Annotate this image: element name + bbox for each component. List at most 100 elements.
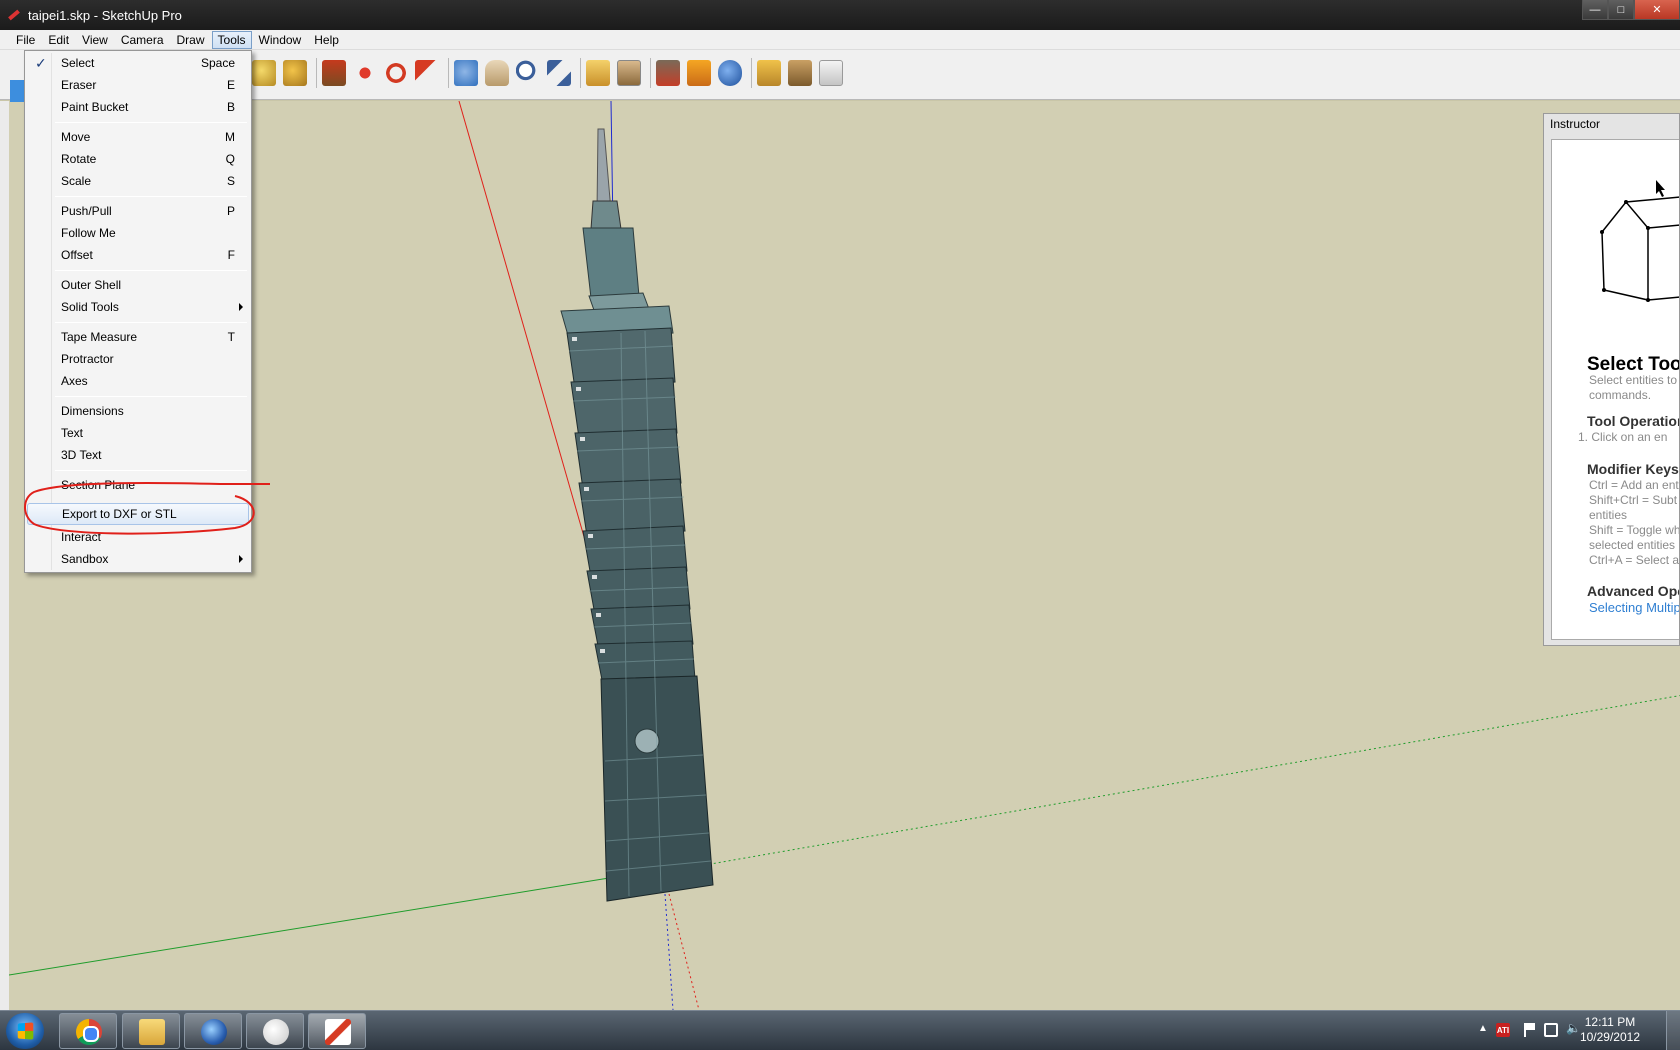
close-button[interactable]: ✕ (1634, 0, 1680, 20)
taskbar-google-earth[interactable] (184, 1013, 242, 1049)
house-illustration-icon (1600, 180, 1679, 302)
menu-item-label: Follow Me (61, 226, 116, 240)
menu-camera[interactable]: Camera (115, 31, 170, 49)
window-titlebar: taipei1.skp - SketchUp Pro — □ ✕ (0, 0, 1680, 30)
maximize-button[interactable]: □ (1608, 0, 1634, 20)
rotate-icon[interactable] (384, 60, 408, 86)
minimize-button[interactable]: — (1582, 0, 1608, 20)
window-title: taipei1.skp - SketchUp Pro (28, 7, 182, 23)
menu-file[interactable]: File (10, 31, 41, 49)
menu-item-rotate[interactable]: Rotate Q (27, 148, 249, 170)
menu-item-select[interactable]: ✓ Select Space (27, 52, 249, 74)
sketchup-icon (325, 1019, 351, 1045)
tools-menu-dropdown: ✓ Select Space Eraser E Paint Bucket B M… (24, 50, 252, 573)
menu-item-dimensions[interactable]: Dimensions (27, 400, 249, 422)
system-tray: ▲ ATI 🔈 12:11 PM 10/29/2012 (1450, 1011, 1680, 1050)
instructor-section-heading: Advanced Ope (1587, 583, 1680, 599)
get-components-icon[interactable] (819, 60, 843, 86)
sketchup-app-icon (6, 7, 22, 23)
menu-item-text[interactable]: Text (27, 422, 249, 444)
menu-item-label: Outer Shell (61, 278, 122, 292)
share-model-icon[interactable] (788, 60, 812, 86)
show-desktop-button[interactable] (1666, 1011, 1680, 1050)
show-hidden-icons-icon[interactable]: ▲ (1478, 1023, 1492, 1037)
instructor-intro-line: Select entities to (1589, 373, 1678, 387)
volume-icon[interactable]: 🔈 (1566, 1021, 1581, 1035)
menu-item-move[interactable]: Move M (27, 126, 249, 148)
menu-item-label: Export to DXF or STL (62, 507, 177, 521)
look-around-icon[interactable] (718, 60, 742, 86)
menu-view[interactable]: View (76, 31, 114, 49)
menu-item-eraser[interactable]: Eraser E (27, 74, 249, 96)
menu-item-scale[interactable]: Scale S (27, 170, 249, 192)
zoom-icon[interactable] (516, 60, 540, 86)
menu-item-label: Paint Bucket (61, 100, 129, 114)
menu-item-label: 3D Text (61, 448, 102, 462)
previous-view-icon[interactable] (586, 60, 610, 86)
toolbar-separator (751, 58, 752, 88)
menu-tools[interactable]: Tools (211, 30, 252, 49)
chrome-icon (76, 1019, 102, 1045)
menu-item-section-plane[interactable]: Section Plane (27, 474, 249, 496)
menu-item-protractor[interactable]: Protractor (27, 348, 249, 370)
menu-separator (55, 470, 247, 471)
pan-icon[interactable] (485, 60, 509, 86)
cursor-arrow-icon (1656, 180, 1665, 197)
taskbar-chrome[interactable] (59, 1013, 117, 1049)
start-button[interactable] (6, 1013, 44, 1049)
network-icon[interactable] (1544, 1023, 1558, 1037)
action-center-flag-icon[interactable] (1524, 1023, 1538, 1037)
menu-separator (55, 322, 247, 323)
green-axis-negative (698, 695, 1680, 867)
instructor-link[interactable]: Selecting Multiple (1589, 600, 1679, 615)
taskbar-explorer[interactable] (122, 1013, 180, 1049)
menu-item-interact[interactable]: Interact (27, 526, 249, 548)
menu-item-axes[interactable]: Axes (27, 370, 249, 392)
submenu-arrow-icon (239, 303, 243, 311)
blue-axis-negative (664, 893, 674, 1010)
menu-item-label: Select (61, 56, 95, 70)
menu-item-outer-shell[interactable]: Outer Shell (27, 274, 249, 296)
next-view-icon[interactable] (617, 60, 641, 86)
push-pull-icon[interactable] (322, 60, 346, 86)
menu-bar: File Edit View Camera Draw Tools Window … (0, 30, 1680, 50)
menu-item-label: Offset (61, 248, 93, 262)
clock-date: 10/29/2012 (1579, 1030, 1640, 1044)
menu-item-3d-text[interactable]: 3D Text (27, 444, 249, 466)
walk-icon[interactable] (687, 60, 711, 86)
menu-item-solid-tools[interactable]: Solid Tools (27, 296, 249, 318)
position-camera-icon[interactable] (656, 60, 680, 86)
menu-item-follow-me[interactable]: Follow Me (27, 222, 249, 244)
clock-time: 12:11 PM (1584, 1015, 1636, 1029)
ati-icon[interactable]: ATI (1496, 1023, 1510, 1037)
menu-item-sandbox[interactable]: Sandbox (27, 548, 249, 570)
zoom-extents-icon[interactable] (547, 60, 571, 86)
taskbar-sketchup[interactable] (308, 1013, 366, 1049)
menu-item-label: Interact (61, 530, 102, 544)
menu-item-push-pull[interactable]: Push/Pull P (27, 200, 249, 222)
window-controls: — □ ✕ (1582, 0, 1680, 20)
menu-item-shortcut: S (226, 174, 235, 188)
menu-edit[interactable]: Edit (42, 31, 75, 49)
paint-bucket-icon[interactable] (283, 60, 307, 86)
menu-window[interactable]: Window (253, 31, 308, 49)
get-models-icon[interactable] (757, 60, 781, 86)
follow-me-icon[interactable] (415, 60, 439, 86)
instructor-modifier: entities (1589, 508, 1628, 522)
move-icon[interactable] (353, 60, 377, 86)
instructor-content[interactable]: Select Tool Select entities to commands.… (1551, 139, 1680, 640)
menu-item-offset[interactable]: Offset F (27, 244, 249, 266)
folder-icon (139, 1019, 165, 1045)
menu-item-shortcut: E (226, 78, 235, 92)
select-paint-icon[interactable] (252, 60, 276, 86)
menu-item-tape-measure[interactable]: Tape Measure T (27, 326, 249, 348)
orbit-icon[interactable] (454, 60, 478, 86)
taskbar-paint[interactable] (246, 1013, 304, 1049)
menu-help[interactable]: Help (308, 31, 345, 49)
drawing-canvas[interactable] (0, 101, 1680, 1010)
menu-item-paint-bucket[interactable]: Paint Bucket B (27, 96, 249, 118)
taskbar-clock[interactable]: 12:11 PM 10/29/2012 (1580, 1015, 1640, 1045)
instructor-intro-line: commands. (1589, 388, 1652, 402)
menu-draw[interactable]: Draw (171, 31, 211, 49)
menu-item-export-dxf-stl[interactable]: Export to DXF or STL (27, 503, 249, 525)
